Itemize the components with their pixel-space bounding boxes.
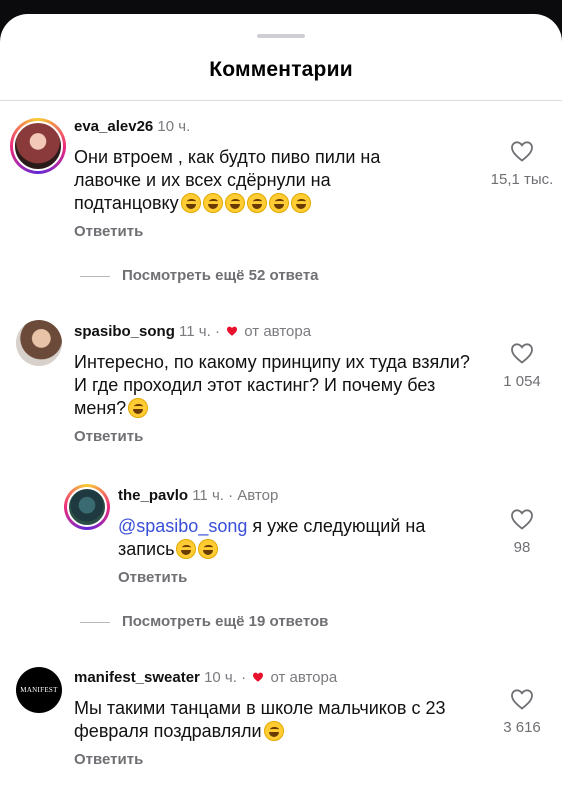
comment-text: Они втроем , как будто пиво пили на лаво… bbox=[74, 147, 381, 213]
laughing-emoji-icon bbox=[263, 721, 284, 741]
laughing-emoji-icon bbox=[268, 193, 289, 213]
comments-sheet: Комментарии eva_alev26 10 ч. Они втроем … bbox=[0, 14, 562, 800]
page-title: Комментарии bbox=[209, 58, 353, 81]
author-badge: от автора bbox=[270, 669, 338, 686]
like-count: 3 616 bbox=[503, 719, 541, 736]
author-liked-heart-icon bbox=[253, 672, 264, 682]
pleading-emoji-icon bbox=[176, 539, 197, 559]
timestamp: 11 ч. bbox=[192, 487, 224, 504]
author-liked-heart-icon bbox=[227, 326, 238, 336]
avatar[interactable]: MANIFEST bbox=[16, 667, 62, 713]
laughing-emoji-icon bbox=[246, 193, 267, 213]
avatar-logo-text: MANIFEST bbox=[20, 686, 58, 694]
heart-icon[interactable] bbox=[510, 140, 534, 162]
reply-button[interactable]: Ответить bbox=[118, 569, 187, 586]
header-divider bbox=[0, 100, 562, 101]
sheet-grabber[interactable] bbox=[257, 34, 305, 38]
laughing-emoji-icon bbox=[224, 193, 245, 213]
like-count: 1 054 bbox=[503, 373, 541, 390]
grinning-sweat-emoji-icon bbox=[198, 539, 219, 559]
avatar[interactable] bbox=[10, 118, 66, 174]
timestamp: 11 ч. bbox=[179, 323, 211, 340]
comment-text: Интересно, по какому принципу их туда вз… bbox=[74, 352, 470, 418]
reply-button[interactable]: Ответить bbox=[74, 428, 143, 445]
laughing-emoji-icon bbox=[202, 193, 223, 213]
reply-button[interactable]: Ответить bbox=[74, 751, 143, 768]
like-count: 98 bbox=[513, 539, 531, 556]
view-more-replies[interactable]: Посмотреть ещё 52 ответа bbox=[80, 267, 319, 284]
comment-meta: the_pavlo 11 ч. · Автор bbox=[118, 487, 279, 504]
timestamp: 10 ч. bbox=[157, 118, 191, 135]
timestamp: 10 ч. bbox=[204, 669, 237, 686]
laughing-emoji-icon bbox=[290, 193, 311, 213]
username[interactable]: manifest_sweater bbox=[74, 669, 200, 686]
laughing-emoji-icon bbox=[128, 398, 149, 418]
comment-meta: manifest_sweater 10 ч. · от автора bbox=[74, 669, 338, 686]
like-control[interactable]: 1 054 bbox=[477, 342, 562, 390]
reply-button[interactable]: Ответить bbox=[74, 223, 143, 240]
laughing-emoji-icon bbox=[180, 193, 201, 213]
divider-line bbox=[80, 275, 110, 277]
heart-icon[interactable] bbox=[510, 342, 534, 364]
heart-icon[interactable] bbox=[510, 688, 534, 710]
like-control[interactable]: 3 616 bbox=[477, 688, 562, 736]
comment-meta: eva_alev26 10 ч. bbox=[74, 118, 190, 135]
username[interactable]: the_pavlo bbox=[118, 487, 188, 504]
like-control[interactable]: 15,1 тыс. bbox=[477, 140, 562, 188]
divider-line bbox=[80, 621, 110, 623]
avatar[interactable] bbox=[64, 484, 110, 530]
username[interactable]: eva_alev26 bbox=[74, 118, 153, 135]
author-badge: Автор bbox=[237, 487, 279, 504]
comment-text: Мы такими танцами в школе мальчиков с 23… bbox=[74, 698, 446, 741]
like-count: 15,1 тыс. bbox=[490, 171, 554, 188]
avatar[interactable] bbox=[16, 320, 62, 366]
view-more-replies[interactable]: Посмотреть ещё 19 ответов bbox=[80, 613, 328, 630]
author-badge: от автора bbox=[244, 323, 312, 340]
like-control[interactable]: 98 bbox=[477, 508, 562, 556]
heart-icon[interactable] bbox=[510, 508, 534, 530]
username[interactable]: spasibo_song bbox=[74, 323, 175, 340]
mention-link[interactable]: @spasibo_song bbox=[118, 516, 247, 536]
comment-meta: spasibo_song 11 ч. · от автора bbox=[74, 323, 312, 340]
comment-text: @spasibo_song я уже следующий на запись bbox=[118, 516, 426, 559]
